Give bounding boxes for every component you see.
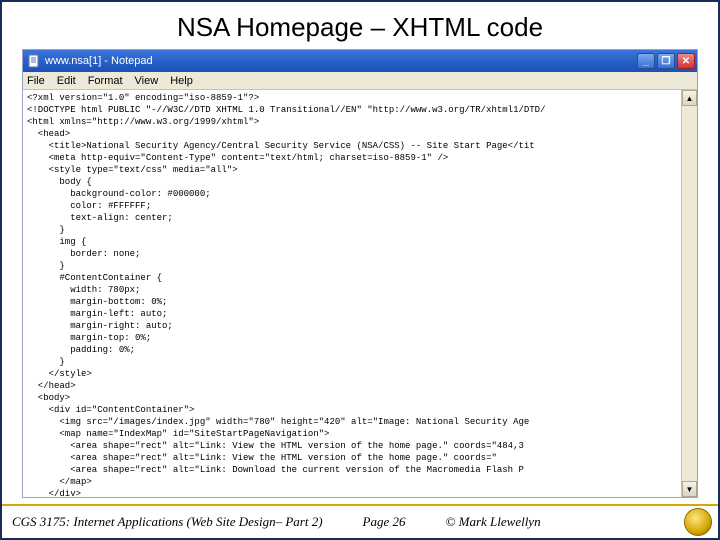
minimize-button[interactable]: _: [637, 53, 655, 69]
minimize-icon: _: [643, 56, 649, 67]
vertical-scrollbar[interactable]: ▲ ▼: [681, 90, 697, 497]
notepad-menubar: File Edit Format View Help: [23, 72, 697, 90]
scroll-down-button[interactable]: ▼: [682, 481, 697, 497]
notepad-body: <?xml version="1.0" encoding="iso-8859-1…: [23, 90, 697, 497]
menu-view[interactable]: View: [135, 75, 159, 87]
chevron-down-icon: ▼: [686, 485, 694, 494]
menu-edit[interactable]: Edit: [57, 75, 76, 87]
notepad-title-text: www.nsa[1] - Notepad: [45, 55, 637, 67]
footer-page: Page 26: [363, 514, 406, 530]
menu-file[interactable]: File: [27, 75, 45, 87]
chevron-up-icon: ▲: [686, 94, 694, 103]
footer-course: CGS 3175: Internet Applications (Web Sit…: [12, 514, 323, 530]
window-buttons: _ ❐ ✕: [637, 53, 695, 69]
menu-help[interactable]: Help: [170, 75, 193, 87]
scroll-track[interactable]: [682, 106, 697, 481]
notepad-textarea[interactable]: <?xml version="1.0" encoding="iso-8859-1…: [23, 90, 681, 497]
slide-container: NSA Homepage – XHTML code www.nsa[1] - N…: [0, 0, 720, 540]
maximize-icon: ❐: [662, 56, 671, 67]
maximize-button[interactable]: ❐: [657, 53, 675, 69]
notepad-titlebar[interactable]: www.nsa[1] - Notepad _ ❐ ✕: [23, 50, 697, 72]
slide-title: NSA Homepage – XHTML code: [2, 2, 718, 49]
notepad-window: www.nsa[1] - Notepad _ ❐ ✕ File Edit For…: [22, 49, 698, 498]
menu-format[interactable]: Format: [88, 75, 123, 87]
close-icon: ✕: [682, 56, 690, 67]
scroll-up-button[interactable]: ▲: [682, 90, 697, 106]
close-button[interactable]: ✕: [677, 53, 695, 69]
footer-copyright: © Mark Llewellyn: [446, 514, 541, 530]
ucf-logo-icon: [684, 508, 712, 536]
notepad-icon: [27, 54, 41, 68]
slide-footer: CGS 3175: Internet Applications (Web Sit…: [2, 504, 718, 538]
